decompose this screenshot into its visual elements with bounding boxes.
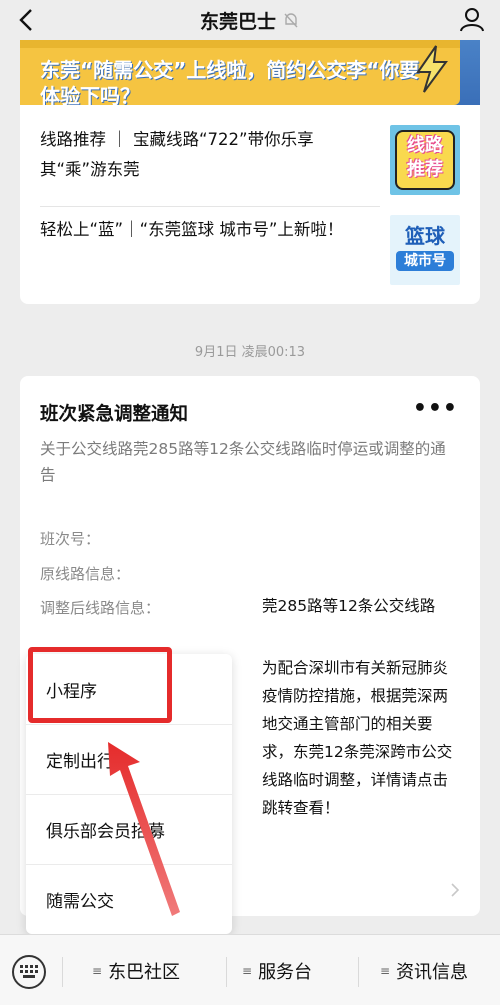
field-label: 调整后线路信息： bbox=[40, 599, 161, 617]
title-wrap: 东莞巴士 bbox=[200, 7, 300, 34]
divider bbox=[62, 957, 63, 987]
divider bbox=[358, 957, 359, 987]
article-banner[interactable]: 东莞“随需公交”上线啦，简约公交李“你要 体验下吗？ bbox=[20, 40, 480, 105]
banner-title-line2: 体验下吗？ bbox=[40, 84, 140, 105]
message-timestamp: 9月1日 凌晨00:13 bbox=[194, 345, 306, 360]
tab-service-desk[interactable]: ≡ 服务台 bbox=[242, 958, 312, 984]
notice-title: 班次紧急调整通知 bbox=[40, 404, 189, 425]
thumb-label: 推荐 bbox=[407, 159, 443, 180]
menu-lines-icon: ≡ bbox=[242, 964, 253, 978]
profile-icon[interactable] bbox=[458, 5, 486, 33]
article-thumbnail: 篮球 城市号 bbox=[390, 215, 460, 285]
article-thumbnail: 线路 推荐 bbox=[390, 125, 460, 195]
tab-label: 服务台 bbox=[258, 962, 313, 983]
notice-remark: 为配合深圳市有关新冠肺炎疫情防控措施，根据莞深两地交通主管部门的相关要求，东莞1… bbox=[262, 659, 453, 817]
notice-description: 关于公交线路莞285路等12条公交线路临时停运或调整的通告 bbox=[40, 440, 446, 484]
annotation-arrow bbox=[108, 742, 180, 916]
page-title: 东莞巴士 bbox=[199, 10, 276, 33]
article-card: 东莞“随需公交”上线啦，简约公交李“你要 体验下吗？ 线路推荐 ｜ 宝藏线路“7… bbox=[20, 40, 480, 304]
field-value: 莞285路等12条公交线路 bbox=[262, 597, 436, 615]
chevron-right-icon bbox=[450, 882, 460, 903]
menu-lines-icon: ≡ bbox=[92, 964, 103, 978]
tab-label: 东巴社区 bbox=[108, 962, 181, 983]
lightning-icon bbox=[416, 45, 448, 93]
keyboard-icon[interactable] bbox=[12, 955, 46, 989]
banner-title-line1: 东莞“随需公交”上线啦，简约公交李“你要 bbox=[40, 58, 420, 82]
tab-label: 资讯信息 bbox=[396, 962, 469, 983]
tab-community[interactable]: ≡ 东巴社区 bbox=[92, 958, 180, 984]
bottom-menu-bar: ≡ 东巴社区 ≡ 服务台 ≡ 资讯信息 bbox=[0, 934, 500, 1005]
highlight-box bbox=[28, 647, 172, 723]
article-item[interactable]: 线路推荐 ｜ 宝藏线路“722”带你乐享其“乘”游东莞 线路 推荐 bbox=[40, 125, 460, 213]
article-title: 线路推荐 ｜ 宝藏线路“722”带你乐享其“乘”游东莞 bbox=[40, 130, 314, 179]
menu-lines-icon: ≡ bbox=[380, 964, 391, 978]
article-item[interactable]: 轻松上“蓝”｜“东莞篮球 城市号”上新啦！ 篮球 城市号 bbox=[40, 215, 460, 303]
nav-header: 东莞巴士 bbox=[0, 0, 500, 40]
tab-news[interactable]: ≡ 资讯信息 bbox=[380, 958, 468, 984]
field-label: 原线路信息： bbox=[40, 565, 131, 583]
thumb-label: 线路 bbox=[407, 135, 443, 156]
more-options-icon[interactable]: ••• bbox=[413, 396, 458, 421]
divider bbox=[40, 206, 380, 207]
thumb-label: 城市号 bbox=[396, 251, 454, 271]
article-title: 轻松上“蓝”｜“东莞篮球 城市号”上新啦！ bbox=[40, 220, 344, 239]
mute-bell-icon bbox=[282, 11, 300, 29]
thumb-label: 篮球 bbox=[405, 224, 445, 248]
back-icon[interactable] bbox=[12, 6, 40, 34]
field-label: 班次号： bbox=[40, 530, 101, 548]
divider bbox=[226, 957, 227, 987]
